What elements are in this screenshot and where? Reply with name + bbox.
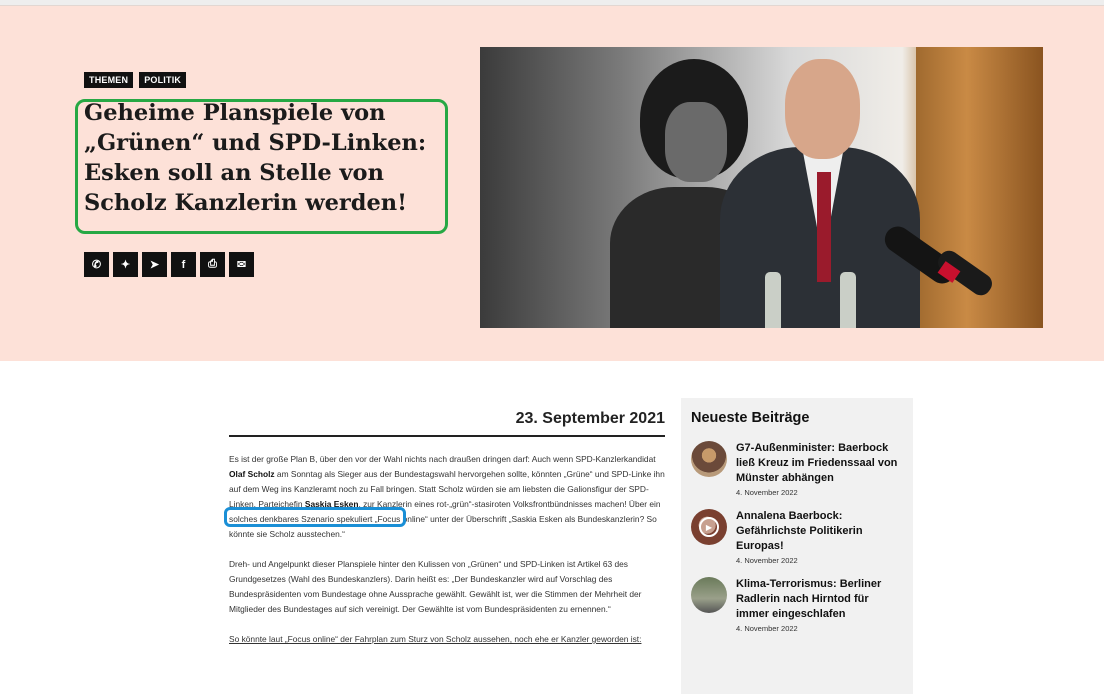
post-title[interactable]: Klima-Terrorismus: Berliner Radlerin nac… <box>736 577 903 622</box>
article-paragraph-1: Es ist der große Plan B, über den vor de… <box>229 454 665 539</box>
headline-highlight-annotation <box>75 99 448 234</box>
sidebar-title: Neueste Beiträge <box>691 410 810 426</box>
text-highlight-annotation <box>224 507 406 527</box>
post-thumbnail[interactable] <box>691 577 727 613</box>
twitter-icon[interactable]: ✦ <box>113 252 138 277</box>
share-buttons: ✆ ✦ ➤ f ⎙ ✉ <box>84 252 254 277</box>
whatsapp-icon[interactable]: ✆ <box>84 252 109 277</box>
post-date: 4. November 2022 <box>736 488 798 497</box>
list-item[interactable]: Klima-Terrorismus: Berliner Radlerin nac… <box>691 577 903 633</box>
mail-icon[interactable]: ✉ <box>229 252 254 277</box>
telegram-icon[interactable]: ➤ <box>142 252 167 277</box>
article-date: 23. September 2021 <box>229 410 665 437</box>
print-icon[interactable]: ⎙ <box>200 252 225 277</box>
sidebar-latest-posts: Neueste Beiträge G7-Außenminister: Baerb… <box>681 398 913 694</box>
post-thumbnail[interactable]: ▶ <box>691 509 727 545</box>
article-paragraph-2: Dreh- und Angelpunkt dieser Planspiele h… <box>229 559 642 614</box>
post-date: 4. November 2022 <box>736 624 798 633</box>
article-paragraph-3[interactable]: So könnte laut „Focus online“ der Fahrpl… <box>229 632 665 647</box>
tag-politik[interactable]: POLITIK <box>139 72 187 88</box>
play-icon: ▶ <box>699 517 719 537</box>
article-hero: THEMEN POLITIK Geheime Planspiele von „G… <box>0 6 1104 361</box>
article-body: 23. September 2021 Es ist der große Plan… <box>229 410 665 647</box>
category-tags: THEMEN POLITIK <box>84 72 187 88</box>
article-hero-image <box>480 47 1043 328</box>
list-item[interactable]: G7-Außenminister: Baerbock ließ Kreuz im… <box>691 441 903 497</box>
list-item[interactable]: ▶ Annalena Baerbock: Gefährlichste Polit… <box>691 509 903 565</box>
post-thumbnail[interactable] <box>691 441 727 477</box>
post-date: 4. November 2022 <box>736 556 798 565</box>
tag-themen[interactable]: THEMEN <box>84 72 134 88</box>
facebook-icon[interactable]: f <box>171 252 196 277</box>
post-title[interactable]: G7-Außenminister: Baerbock ließ Kreuz im… <box>736 441 903 486</box>
post-title[interactable]: Annalena Baerbock: Gefährlichste Politik… <box>736 509 903 554</box>
